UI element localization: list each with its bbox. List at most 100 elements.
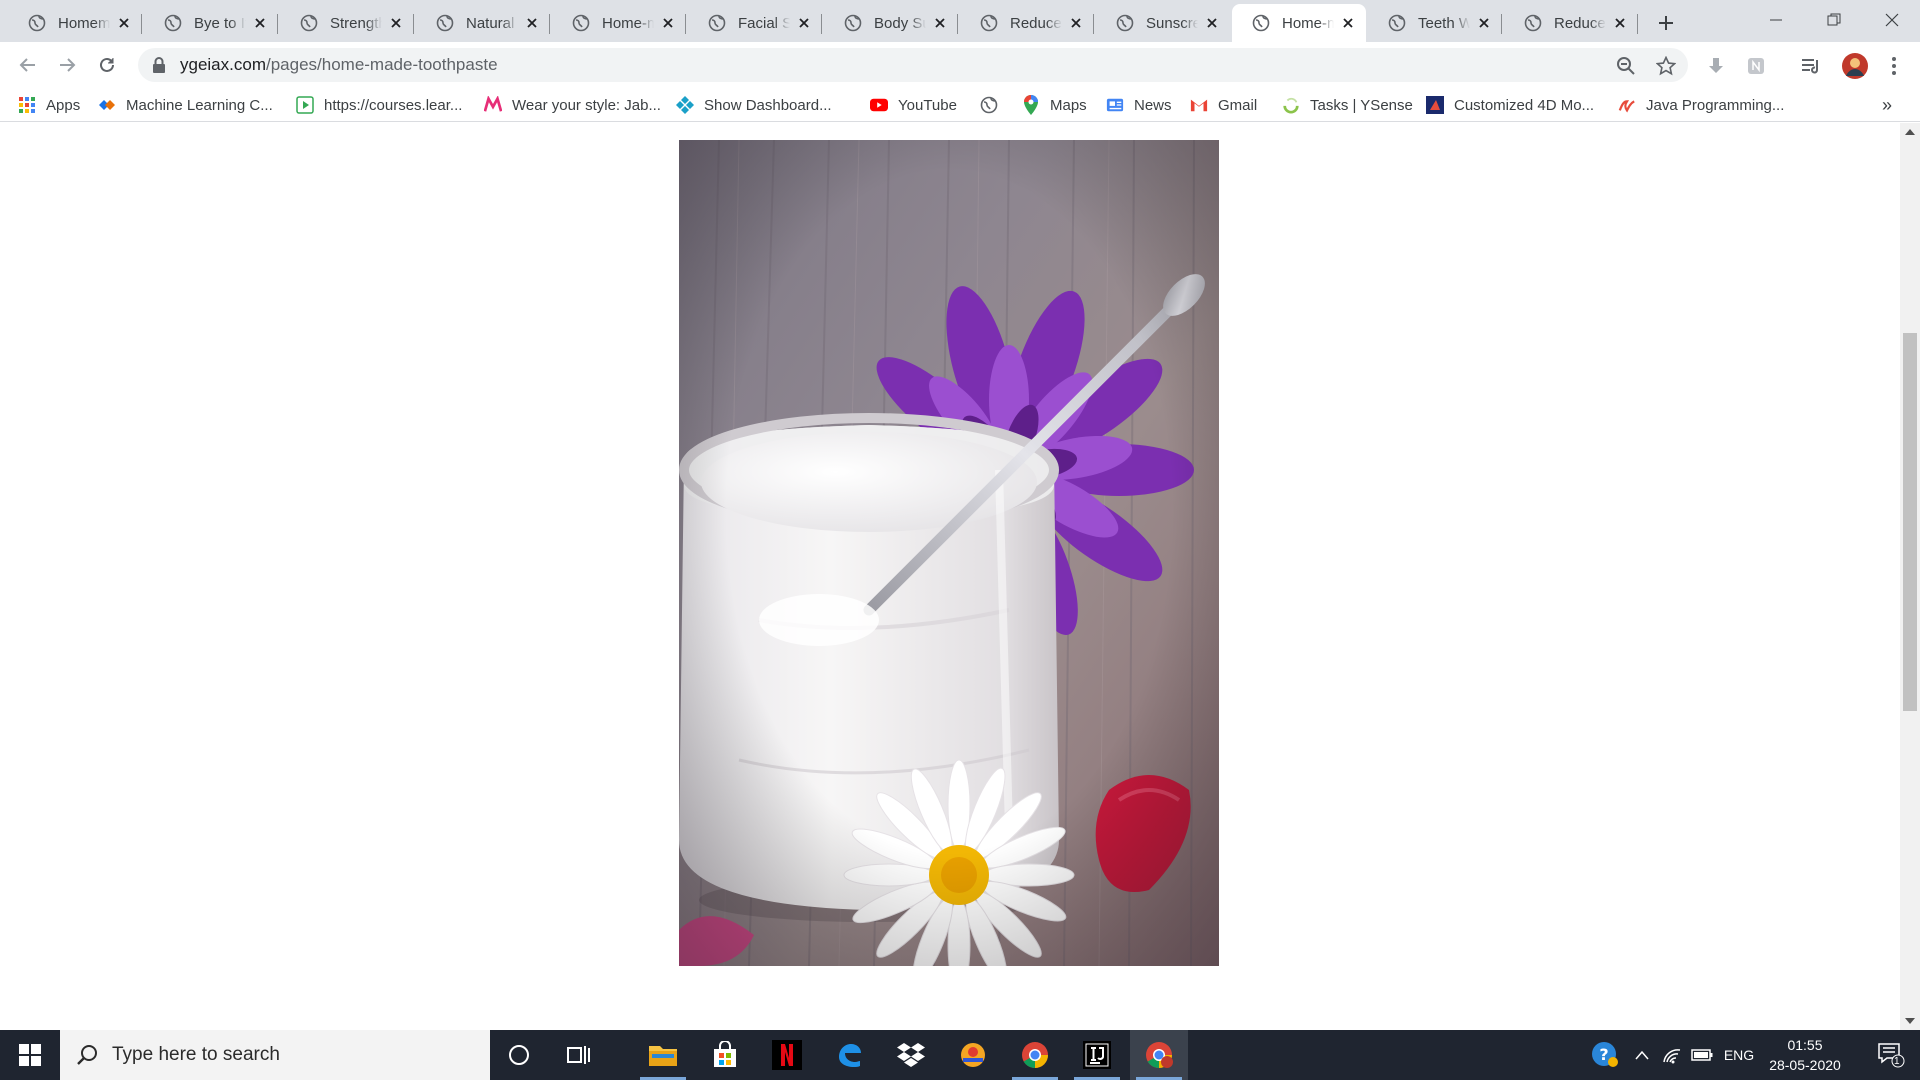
browser-tab[interactable]: Home-made: [552, 4, 686, 42]
bookmark-item[interactable]: Show Dashboard...: [676, 94, 832, 116]
cortana-button[interactable]: [490, 1030, 548, 1080]
tab-close-icon[interactable]: [252, 15, 268, 31]
browser-tab[interactable]: Reduce Weight: [1504, 4, 1638, 42]
tab-close-icon[interactable]: [1204, 15, 1220, 31]
taskbar-search-box[interactable]: Type here to search: [60, 1030, 490, 1080]
wifi-icon: [1663, 1049, 1681, 1064]
help-tray-button[interactable]: ?: [1588, 1030, 1622, 1080]
bookmark-item[interactable]: Gmail: [1190, 94, 1257, 116]
minimize-button[interactable]: [1748, 0, 1804, 40]
dropbox-icon: [897, 1043, 925, 1067]
system-clock[interactable]: 01:55 28-05-2020: [1760, 1035, 1850, 1075]
bookmark-item[interactable]: [980, 94, 1008, 116]
restore-icon: [1827, 13, 1841, 26]
bookmarks-overflow-button[interactable]: »: [1882, 94, 1892, 116]
store-button[interactable]: [696, 1030, 754, 1080]
bookmark-item[interactable]: Tasks | YSense: [1282, 94, 1413, 116]
tab-close-icon[interactable]: [1068, 15, 1084, 31]
browser-tab[interactable]: Reduce Stress: [960, 4, 1094, 42]
windows-logo-icon: [19, 1044, 41, 1066]
close-window-button[interactable]: [1864, 0, 1920, 40]
media-control-icon[interactable]: [1800, 55, 1822, 77]
bookmark-item[interactable]: Customized 4D Mo...: [1426, 94, 1594, 116]
browser-tab[interactable]: Home-made: [1232, 4, 1366, 42]
extension-download-icon[interactable]: [1705, 55, 1727, 77]
tab-separator: [141, 14, 142, 34]
bookmark-star-icon[interactable]: [1656, 56, 1676, 76]
tab-title: Sunscreen: [1146, 14, 1198, 32]
menu-kebab-icon[interactable]: [1883, 55, 1905, 77]
app-button[interactable]: [944, 1030, 1002, 1080]
browser-tab[interactable]: Facial Scrub: [688, 4, 822, 42]
bookmark-item[interactable]: Java Programming...: [1618, 94, 1784, 116]
customized-icon: [1426, 96, 1444, 114]
address-bar[interactable]: ygeiax.com/pages/home-made-toothpaste: [138, 48, 1688, 82]
help-icon: ?: [1592, 1042, 1618, 1067]
network-tray-button[interactable]: [1658, 1030, 1686, 1080]
courses-icon: [296, 96, 314, 114]
scroll-up-arrow-icon[interactable]: [1905, 129, 1915, 135]
bookmark-item[interactable]: Maps: [1022, 94, 1087, 116]
edge-button[interactable]: [820, 1030, 878, 1080]
windows-taskbar: Type here to search ? ENG 01:55 28-05-20…: [0, 1030, 1920, 1080]
new-tab-button[interactable]: [1652, 9, 1680, 37]
start-button[interactable]: [0, 1030, 60, 1080]
tab-close-icon[interactable]: [1340, 15, 1356, 31]
bookmark-item[interactable]: Machine Learning C...: [98, 94, 273, 116]
zoom-icon[interactable]: [1616, 56, 1636, 76]
tab-close-icon[interactable]: [116, 15, 132, 31]
profile-avatar[interactable]: [1840, 51, 1870, 81]
task-view-button[interactable]: [550, 1030, 608, 1080]
tab-close-icon[interactable]: [796, 15, 812, 31]
reload-button[interactable]: [91, 49, 123, 81]
ml-course-icon: [98, 96, 116, 114]
browser-tab[interactable]: Strengthen: [280, 4, 414, 42]
bookmark-label: News: [1134, 96, 1172, 114]
tab-separator: [685, 14, 686, 34]
tab-close-icon[interactable]: [932, 15, 948, 31]
action-center-button[interactable]: 1: [1862, 1030, 1920, 1080]
show-hidden-icons-button[interactable]: [1630, 1030, 1654, 1080]
apps-grid-icon: [18, 96, 36, 114]
tab-close-icon[interactable]: [1476, 15, 1492, 31]
intellij-button[interactable]: [1068, 1030, 1126, 1080]
browser-tab[interactable]: Body Sugar: [824, 4, 958, 42]
browser-tab[interactable]: Natural Face: [416, 4, 550, 42]
browser-tab[interactable]: Bye to Itchy: [144, 4, 278, 42]
restore-button[interactable]: [1806, 0, 1862, 40]
svg-text:?: ?: [1599, 1045, 1608, 1064]
bookmark-item[interactable]: YouTube: [870, 94, 957, 116]
cortana-icon: [509, 1045, 529, 1065]
chrome-active-button[interactable]: [1130, 1030, 1188, 1080]
youtube-icon: [870, 96, 888, 114]
browser-tab[interactable]: Homemade: [8, 4, 142, 42]
extension-icon[interactable]: [1745, 55, 1767, 77]
bookmark-item[interactable]: Wear your style: Jab...: [484, 94, 661, 116]
browser-tab[interactable]: Teeth Whitening: [1368, 4, 1502, 42]
dropbox-button[interactable]: [882, 1030, 940, 1080]
battery-tray-button[interactable]: [1688, 1030, 1716, 1080]
bookmarks-bar: Apps Machine Learning C... https://courses…: [0, 88, 1920, 122]
back-button[interactable]: [12, 49, 44, 81]
tab-close-icon[interactable]: [660, 15, 676, 31]
back-arrow-icon: [19, 58, 35, 72]
chrome-button[interactable]: [1006, 1030, 1064, 1080]
page-scrollbar[interactable]: [1900, 123, 1920, 1030]
tab-close-icon[interactable]: [1612, 15, 1628, 31]
browser-tab[interactable]: Sunscreen: [1096, 4, 1230, 42]
language-indicator[interactable]: ENG: [1720, 1030, 1758, 1080]
bookmark-item[interactable]: Apps: [18, 94, 80, 116]
tab-close-icon[interactable]: [524, 15, 540, 31]
tab-close-icon[interactable]: [388, 15, 404, 31]
scroll-down-arrow-icon[interactable]: [1905, 1018, 1915, 1024]
scrollbar-thumb[interactable]: [1903, 333, 1917, 711]
file-explorer-button[interactable]: [634, 1030, 692, 1080]
netflix-icon: [772, 1040, 802, 1070]
clock-date: 28-05-2020: [1769, 1057, 1841, 1073]
bookmark-item[interactable]: https://courses.lear...: [296, 94, 462, 116]
forward-button[interactable]: [51, 49, 83, 81]
netflix-button[interactable]: [758, 1030, 816, 1080]
globe-icon: [300, 14, 318, 32]
bookmark-label: Customized 4D Mo...: [1454, 96, 1595, 114]
bookmark-item[interactable]: News: [1106, 94, 1172, 116]
